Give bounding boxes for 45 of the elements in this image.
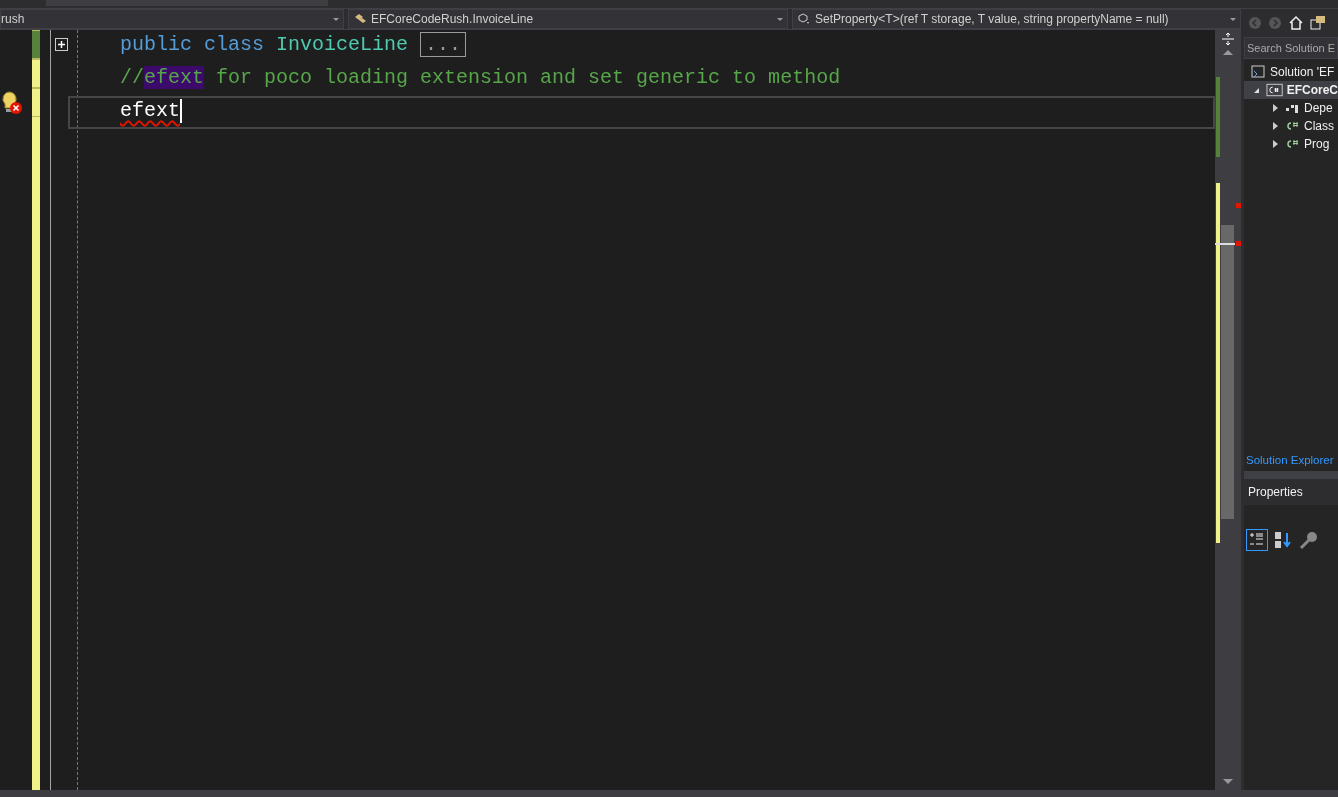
tree-item[interactable]: Prog: [1244, 135, 1338, 153]
search-field[interactable]: Search Solution E: [1244, 37, 1338, 59]
type-dropdown[interactable]: EFCoreCodeRush.InvoiceLine: [348, 9, 788, 29]
comment: //: [120, 66, 144, 89]
scroll-down-icon[interactable]: [1223, 779, 1233, 784]
sort-icon[interactable]: [1272, 529, 1294, 551]
expand-icon[interactable]: [55, 38, 68, 51]
caret-icon: [1230, 18, 1236, 21]
csharp-file-icon: [1284, 137, 1300, 151]
keyword: public: [120, 33, 192, 56]
tree-item[interactable]: Class: [1244, 117, 1338, 135]
error-text: efext: [120, 99, 180, 122]
comment: for poco loading extension and set generic to method: [215, 66, 841, 89]
collapsed-region[interactable]: ...: [420, 32, 467, 57]
key-icon[interactable]: [1298, 529, 1320, 551]
project-icon: [1265, 83, 1283, 97]
lightbulb-error-icon[interactable]: [0, 89, 24, 116]
project-dropdown[interactable]: rush: [0, 9, 344, 29]
tree-item[interactable]: Depe: [1244, 99, 1338, 117]
solution-explorer-tab[interactable]: Solution Explorer: [1246, 454, 1334, 466]
split-icon[interactable]: [1221, 32, 1235, 46]
horizontal-scrollbar[interactable]: [0, 790, 1338, 797]
csharp-file-icon: [1284, 119, 1300, 133]
error-marker: [1236, 203, 1241, 208]
caret-icon: [333, 18, 339, 21]
text-cursor: [180, 98, 182, 123]
properties-title: Properties: [1248, 485, 1303, 499]
type-name: InvoiceLine: [275, 33, 409, 56]
vertical-scrollbar[interactable]: [1215, 30, 1241, 790]
scroll-thumb[interactable]: [1221, 225, 1234, 519]
method-icon: [797, 12, 811, 26]
keyword: class: [203, 33, 265, 56]
tree-item[interactable]: EFCoreC: [1244, 81, 1338, 99]
home-icon[interactable]: [1288, 15, 1304, 31]
member-dropdown[interactable]: SetProperty<T>(ref T storage, T value, string propertyName = null): [792, 9, 1241, 29]
class-icon: [353, 12, 367, 26]
categorized-icon[interactable]: [1246, 529, 1268, 551]
caret-position-marker: [1215, 243, 1235, 245]
caret-icon: [777, 18, 783, 21]
error-marker: [1236, 241, 1241, 246]
highlighted-text: efext: [144, 66, 205, 89]
tree-item[interactable]: Solution 'EF: [1244, 63, 1338, 81]
solution-icon: [1250, 65, 1266, 79]
scroll-up-icon[interactable]: [1223, 50, 1233, 55]
folder-sync-icon[interactable]: [1310, 15, 1326, 31]
